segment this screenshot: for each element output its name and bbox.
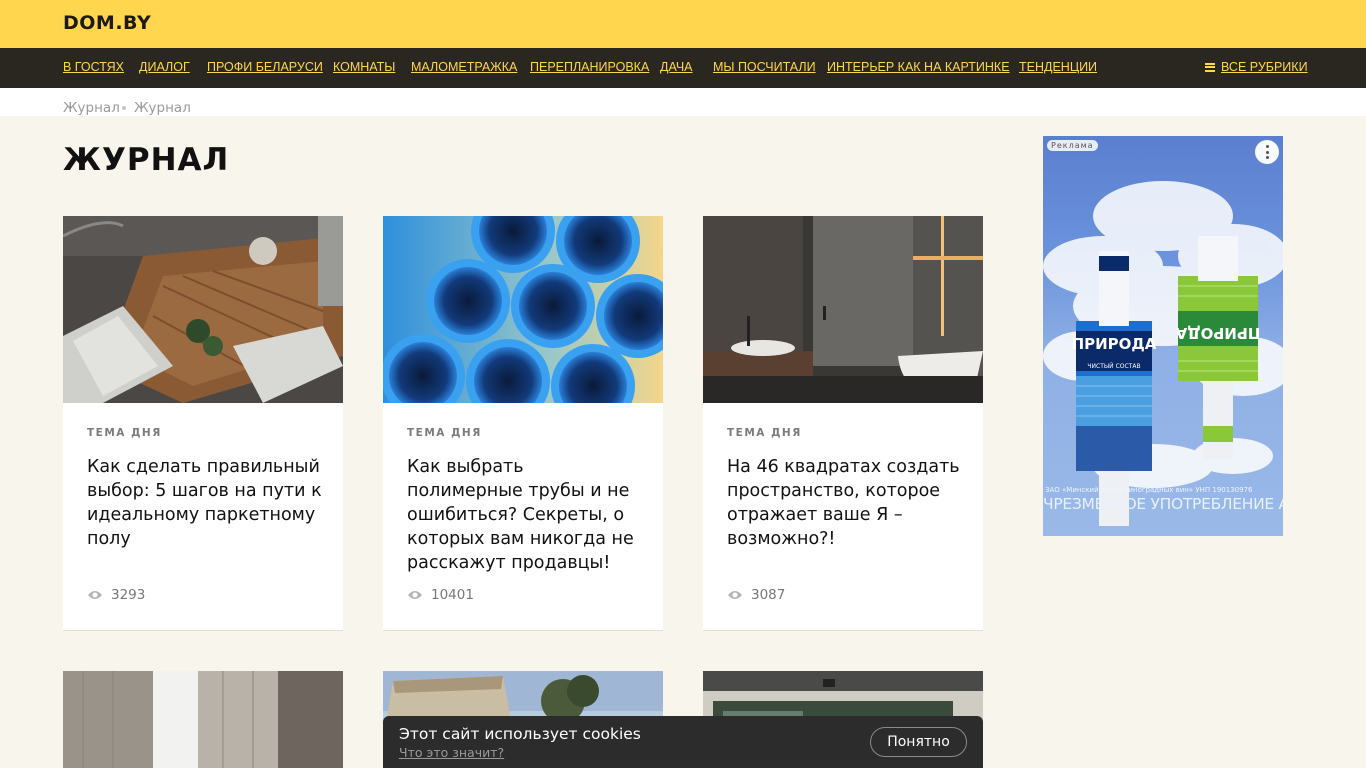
eye-icon [728, 591, 742, 599]
header-bar: DOM.BY [0, 0, 1366, 48]
article-card[interactable]: Тема дня Как сделать правильный выбор: 5… [63, 216, 343, 631]
main-nav: В гостях Диалог Профи Беларуси Комнаты М… [0, 48, 1366, 88]
article-views: 10401 [407, 587, 474, 603]
article-card[interactable]: Тема дня Как выбрать полимерные трубы и … [383, 216, 663, 631]
nav-item-dacha[interactable]: Дача [660, 60, 693, 74]
article-image[interactable] [383, 216, 663, 403]
article-card-image[interactable] [63, 671, 343, 768]
cookie-accept-button[interactable]: Понятно [870, 727, 967, 757]
ad-product-line: ЧИСТЫЙ СОСТАВ [1087, 363, 1140, 370]
nav-item-v-gostyah[interactable]: В гостях [63, 60, 124, 74]
article-tag: Тема дня [727, 427, 802, 439]
page-title: Журнал [63, 142, 230, 178]
article-card[interactable]: Тема дня На 46 квадратах создать простра… [703, 216, 983, 631]
all-rubrics-label: Все рубрики [1221, 60, 1308, 74]
ad-label: Реклама [1047, 140, 1098, 151]
hamburger-icon [1205, 62, 1215, 72]
article-views: 3087 [727, 587, 785, 603]
cookie-banner: Этот сайт использует cookies Что это зна… [383, 716, 983, 768]
nav-item-interer[interactable]: Интерьер как на картинке [827, 60, 1010, 74]
nav-item-malometrazhka[interactable]: Малометражка [411, 60, 517, 74]
svg-text:ПРИРОДА: ПРИРОДА [1175, 324, 1260, 342]
eye-icon [408, 591, 422, 599]
ad-brand: ПРИРОДА [1072, 335, 1157, 353]
site-logo[interactable]: DOM.BY [63, 12, 151, 34]
breadcrumb-separator [122, 106, 126, 110]
article-title[interactable]: На 46 квадратах создать пространство, ко… [727, 455, 963, 551]
article-views: 3293 [87, 587, 145, 603]
breadcrumb-item[interactable]: Журнал [63, 100, 120, 116]
breadcrumb-item-current: Журнал [134, 100, 191, 116]
ad-small-print: ЗАО «Минский завод виноградных вин» УНП … [1045, 486, 1253, 494]
article-image[interactable] [63, 216, 343, 403]
ad-warning: ЧРЕЗМЕРНОЕ УПОТРЕБЛЕНИЕ АЛКОГОЛЯ ВРЕДИТ … [1043, 495, 1283, 513]
nav-item-profi[interactable]: Профи Беларуси [207, 60, 323, 74]
article-tag: Тема дня [407, 427, 482, 439]
more-vertical-icon[interactable] [1255, 140, 1279, 164]
article-title[interactable]: Как сделать правильный выбор: 5 шагов на… [87, 455, 323, 551]
cookie-info-link[interactable]: Что это значит? [399, 745, 504, 760]
nav-item-komnaty[interactable]: Комнаты [333, 60, 395, 74]
article-tag: Тема дня [87, 427, 162, 439]
nav-item-dialog[interactable]: Диалог [139, 60, 190, 74]
eye-icon [88, 591, 102, 599]
article-title[interactable]: Как выбрать полимерные трубы и не ошибит… [407, 455, 643, 575]
cookie-message: Этот сайт использует cookies [399, 725, 641, 743]
article-image[interactable] [703, 216, 983, 403]
views-count: 3293 [111, 587, 146, 603]
nav-item-pereplanirovka[interactable]: Перепланировка [530, 60, 649, 74]
nav-item-tendencii[interactable]: Тенденции [1019, 60, 1097, 74]
views-count: 10401 [431, 587, 474, 603]
nav-item-my-poschitali[interactable]: Мы посчитали [713, 60, 816, 74]
views-count: 3087 [751, 587, 786, 603]
ad-banner[interactable]: ПРИРОДА ЧИСТЫЙ СОСТАВ ПРИРОДА Реклама ЗА… [1043, 136, 1283, 536]
breadcrumb: Журнал Журнал [0, 88, 1366, 116]
all-rubrics-button[interactable]: Все рубрики [1205, 60, 1308, 74]
